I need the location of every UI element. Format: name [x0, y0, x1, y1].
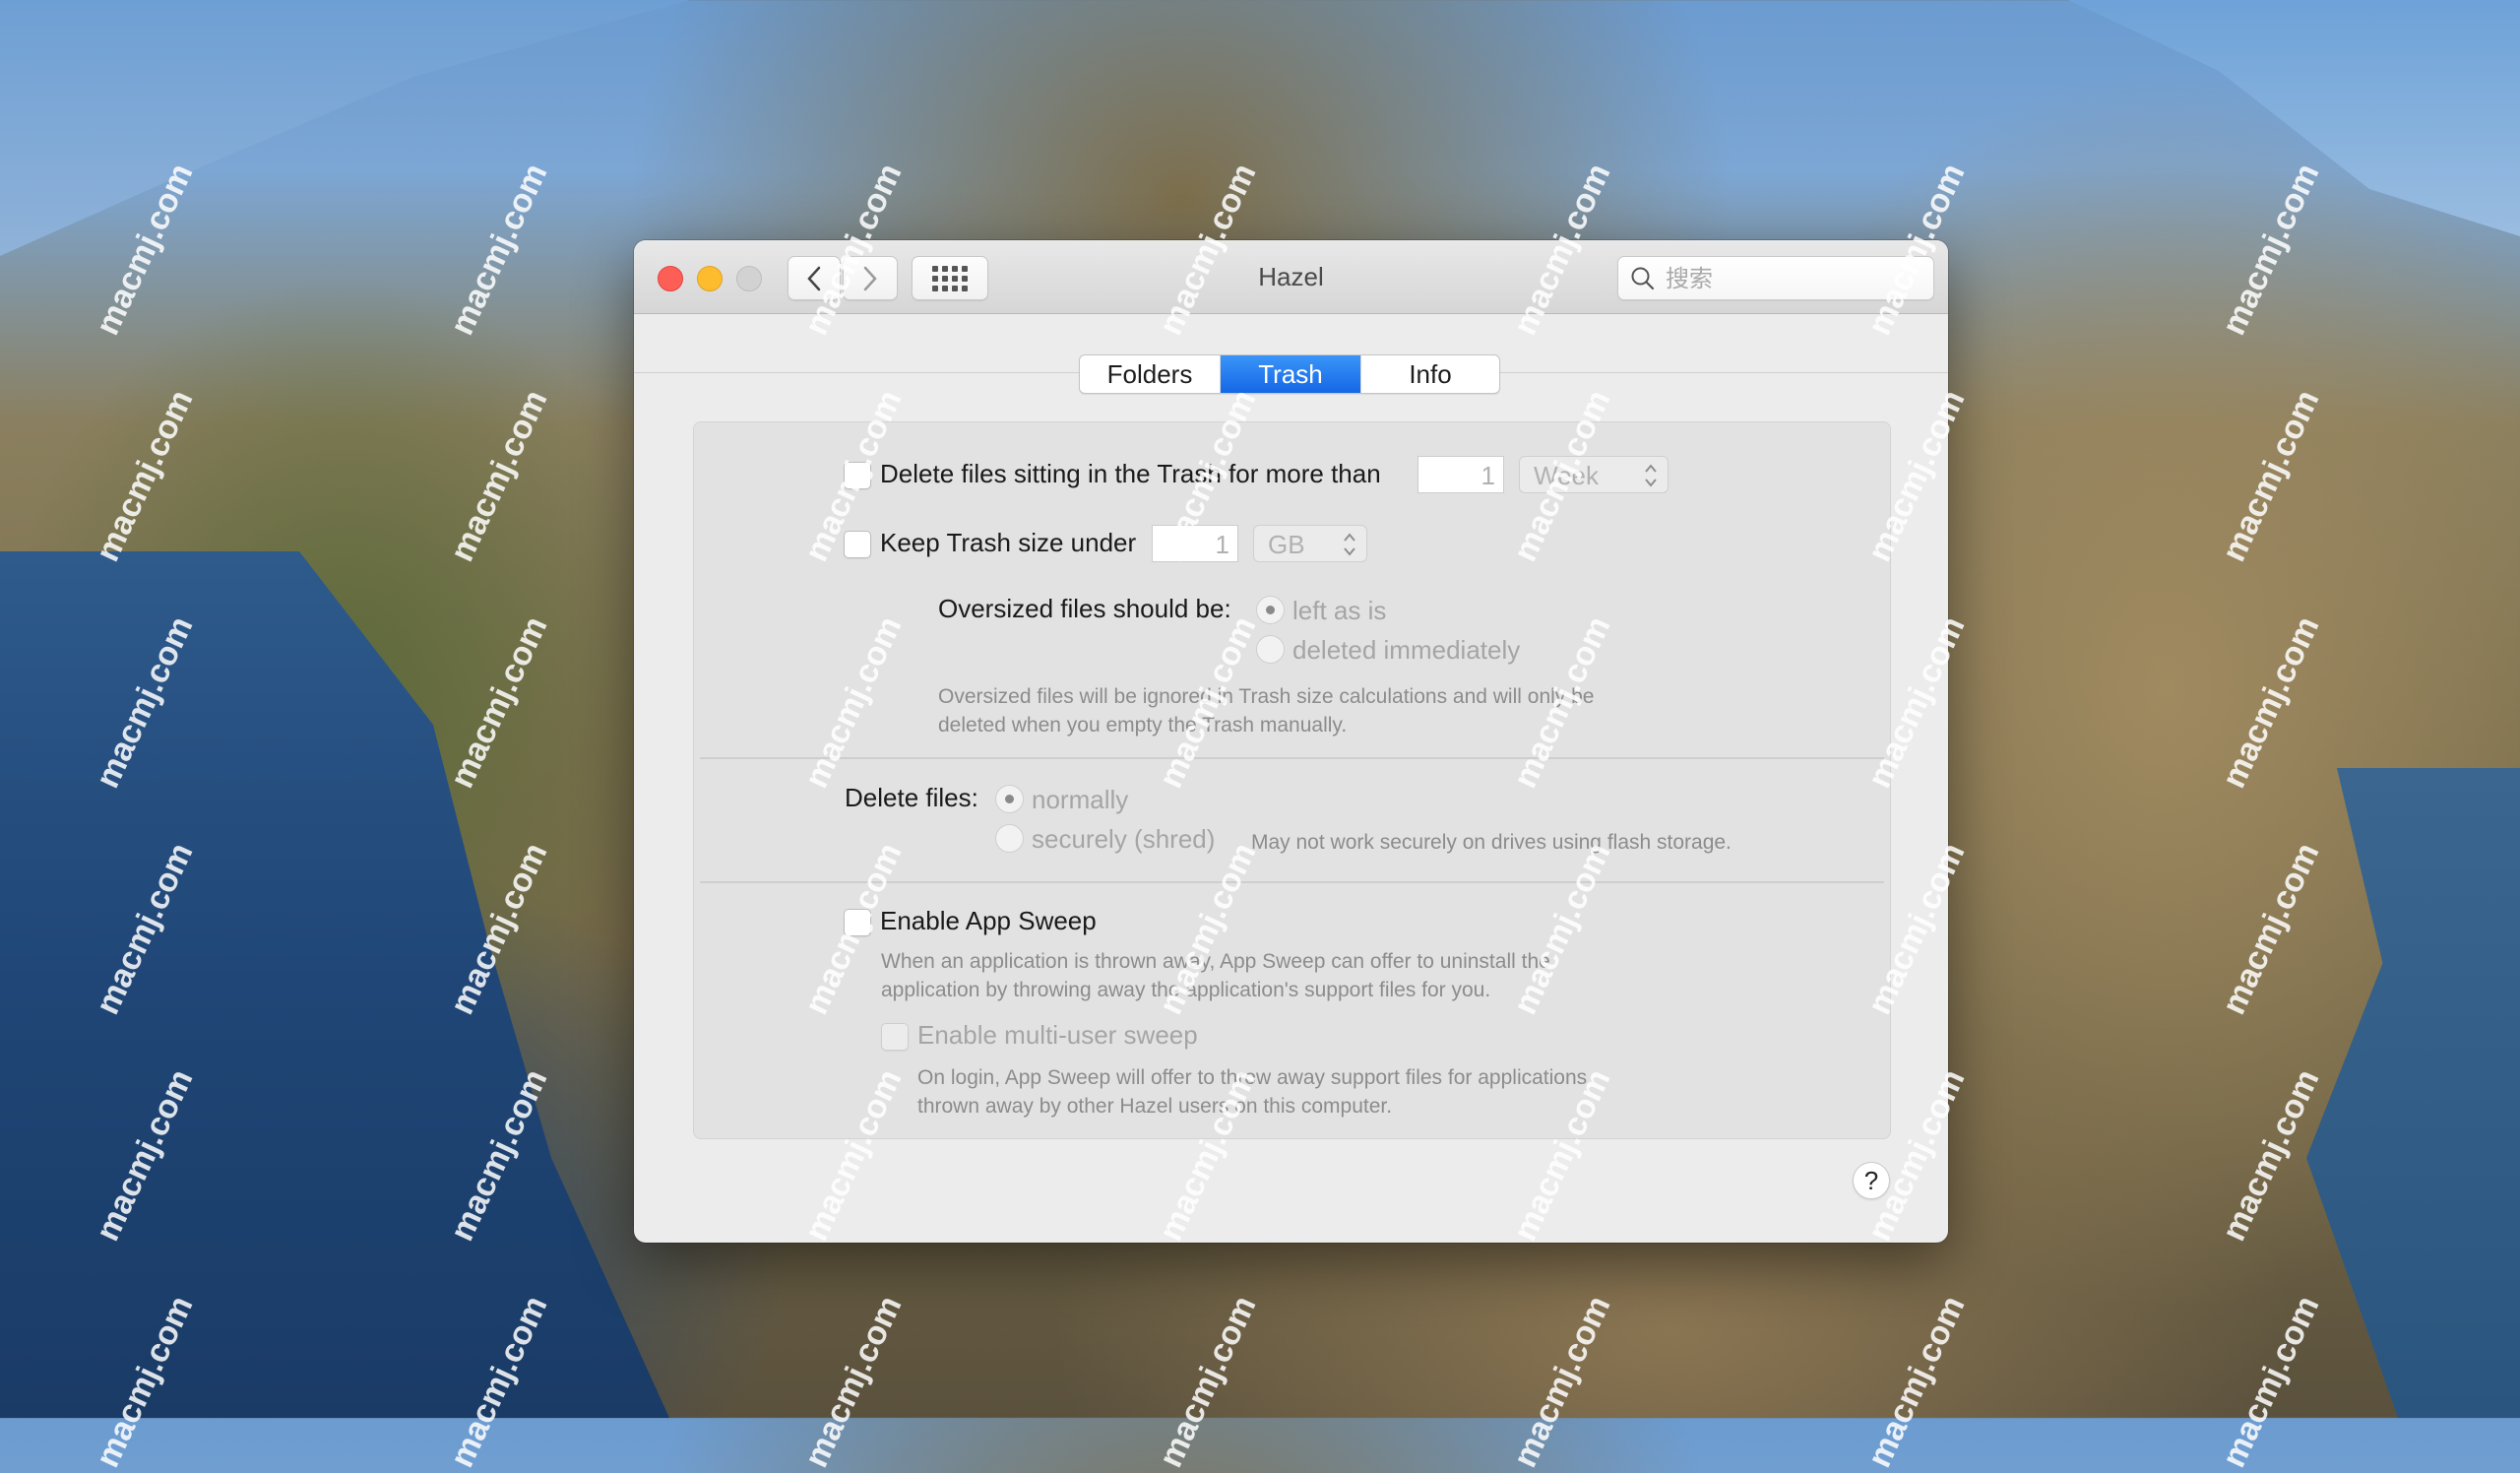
watermark-text: macmj.com [2215, 384, 2327, 568]
watermark-text: macmj.com [2215, 158, 2327, 342]
tab-bar: Folders Trash Info [1079, 354, 1500, 394]
watermark-text: macmj.com [1506, 1290, 1618, 1473]
close-button[interactable] [658, 266, 683, 291]
multi-user-note-line1: On login, App Sweep will offer to throw … [917, 1066, 1588, 1089]
search-input[interactable] [1664, 263, 1914, 293]
oversized-left-as-is-radio[interactable] [1256, 596, 1285, 624]
back-button[interactable] [788, 256, 841, 300]
title-bar[interactable]: Hazel [634, 240, 1948, 314]
trash-size-unit-popup[interactable]: GB [1253, 525, 1367, 562]
watermark-text: macmj.com [1860, 1290, 1973, 1473]
minimize-button[interactable] [697, 266, 723, 291]
delete-old-files-label: Delete files sitting in the Trash for mo… [880, 459, 1381, 488]
up-down-arrows-icon [1645, 464, 1657, 487]
delete-normally-label: normally [1032, 785, 1129, 814]
delete-age-unit-popup[interactable]: Week [1519, 456, 1669, 493]
tab-info[interactable]: Info [1360, 355, 1499, 393]
trash-size-limit-checkbox[interactable] [844, 531, 871, 558]
app-sweep-note-line2: application by throwing away the applica… [881, 979, 1491, 1001]
show-all-button[interactable] [912, 256, 988, 300]
multi-user-sweep-checkbox[interactable] [881, 1023, 909, 1051]
desktop-sea [2306, 768, 2520, 1418]
delete-securely-radio[interactable] [995, 824, 1024, 853]
show-all-grid-icon [932, 265, 968, 291]
zoom-button[interactable] [736, 266, 762, 291]
oversized-delete-immediately-label: deleted immediately [1292, 635, 1521, 665]
watermark-text: macmj.com [443, 384, 555, 568]
enable-app-sweep-checkbox[interactable] [844, 909, 871, 936]
tab-trash[interactable]: Trash [1221, 355, 1360, 393]
watermark-text: macmj.com [1152, 1290, 1264, 1473]
desktop-sky [2068, 0, 2520, 236]
watermark-text: macmj.com [2215, 610, 2327, 795]
section-divider [700, 757, 1884, 759]
help-button[interactable]: ? [1853, 1162, 1890, 1199]
chevron-right-icon [863, 266, 877, 290]
forward-button[interactable] [843, 256, 898, 300]
desktop-sky [0, 0, 689, 256]
watermark-text: macmj.com [797, 1290, 910, 1473]
delete-normally-radio[interactable] [995, 785, 1024, 813]
enable-app-sweep-label: Enable App Sweep [880, 906, 1097, 935]
oversized-delete-immediately-radio[interactable] [1256, 635, 1285, 664]
oversized-note-line2: deleted when you empty the Trash manuall… [938, 714, 1348, 736]
trash-settings-panel: Delete files sitting in the Trash for mo… [693, 421, 1891, 1139]
trash-size-amount-field[interactable]: 1 [1152, 525, 1238, 562]
oversized-files-label: Oversized files should be: [938, 594, 1231, 623]
delete-files-label: Delete files: [845, 783, 978, 812]
up-down-arrows-icon [1344, 533, 1355, 556]
search-icon [1631, 267, 1655, 289]
app-sweep-note-line1: When an application is thrown away, App … [881, 950, 1550, 973]
delete-old-files-checkbox[interactable] [844, 462, 871, 489]
watermark-text: macmj.com [2215, 1290, 2327, 1473]
watermark-text: macmj.com [443, 158, 555, 342]
watermark-text: macmj.com [89, 384, 201, 568]
trash-size-unit-value: GB [1268, 530, 1305, 559]
watermark-text: macmj.com [443, 610, 555, 795]
tab-folders[interactable]: Folders [1080, 355, 1221, 393]
search-field[interactable] [1617, 256, 1934, 300]
delete-age-unit-value: Week [1534, 461, 1599, 490]
multi-user-sweep-label: Enable multi-user sweep [917, 1020, 1198, 1050]
oversized-left-as-is-label: left as is [1292, 596, 1387, 625]
hazel-preferences-window: Hazel Folders Trash Info Delete files si… [634, 240, 1948, 1243]
secure-delete-note: May not work securely on drives using fl… [1251, 831, 1732, 854]
oversized-note-line1: Oversized files will be ignored in Trash… [938, 685, 1595, 708]
multi-user-note-line2: thrown away by other Hazel users on this… [917, 1095, 1393, 1118]
section-divider [700, 881, 1884, 883]
watermark-text: macmj.com [2215, 837, 2327, 1021]
trash-size-limit-label: Keep Trash size under [880, 528, 1137, 557]
chevron-left-icon [807, 266, 821, 290]
delete-age-amount-field[interactable]: 1 [1418, 456, 1504, 493]
delete-securely-label: securely (shred) [1032, 824, 1216, 854]
